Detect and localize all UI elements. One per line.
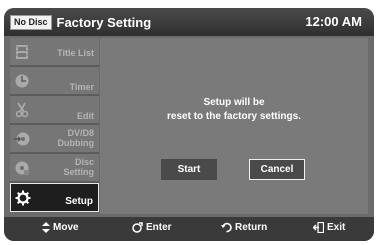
disc-status-badge: No Disc (10, 14, 52, 30)
updown-arrow-icon (42, 222, 50, 233)
hint-enter-label: Enter (146, 222, 172, 233)
exit-icon (313, 222, 324, 233)
start-button[interactable]: Start (161, 159, 217, 180)
disc-icon (15, 161, 29, 175)
osd-frame: No Disc Factory Setting 12:00 AM Title L… (4, 8, 374, 241)
main-panel: Setup will be reset to the factory setti… (100, 38, 368, 214)
hint-return: Return (221, 222, 267, 233)
sidebar-item-label: Edit (77, 111, 94, 121)
sidebar-item-label-line2: Setting (63, 167, 95, 177)
page-title: Factory Setting (56, 14, 152, 30)
hint-exit-label: Exit (327, 222, 346, 233)
title-bar: No Disc Factory Setting 12:00 AM (4, 8, 374, 36)
hint-move-label: Move (53, 222, 79, 233)
sidebar-item-title-list[interactable]: Title List (10, 38, 99, 66)
clock: 12:00 AM (305, 14, 362, 29)
scissors-icon (15, 102, 29, 118)
hint-enter: Enter (132, 222, 172, 233)
return-icon (221, 222, 232, 233)
message-line-2: reset to the factory settings. (167, 111, 301, 122)
cancel-button[interactable]: Cancel (249, 159, 305, 180)
sidebar-item-edit[interactable]: Edit (10, 96, 99, 124)
dubbing-disc-icon (14, 132, 30, 146)
sidebar-item-setup[interactable]: Setup (10, 183, 99, 212)
hint-return-label: Return (235, 222, 268, 233)
sidebar-item-label: Disc (74, 157, 94, 167)
clock-icon (15, 74, 29, 88)
enter-icon (132, 222, 143, 233)
sidebar-item-label: Timer (69, 82, 94, 92)
sidebar-item-timer[interactable]: Timer (10, 67, 99, 95)
sidebar-item-label: Setup (65, 196, 93, 207)
gear-icon (15, 190, 31, 206)
sidebar-menu: Title List Timer Edit DV/D8 Dubbing Disc… (10, 38, 99, 212)
sidebar-item-label: Title List (57, 48, 94, 58)
hint-move: Move (42, 222, 79, 233)
footer-hint-bar: Move Enter Return Exit (4, 217, 374, 241)
sidebar-item-label: DV/D8 (67, 128, 94, 138)
sidebar-item-dubbing[interactable]: DV/D8 Dubbing (10, 125, 99, 153)
reset-message: Setup will be reset to the factory setti… (100, 96, 368, 124)
film-icon (16, 45, 28, 59)
sidebar-item-disc-setting[interactable]: Disc Setting (10, 154, 99, 182)
message-line-1: Setup will be (203, 97, 265, 108)
tv-screen: No Disc Factory Setting 12:00 AM Title L… (0, 0, 378, 245)
hint-exit: Exit (313, 222, 345, 233)
sidebar-item-label-line2: Dubbing (57, 138, 95, 148)
